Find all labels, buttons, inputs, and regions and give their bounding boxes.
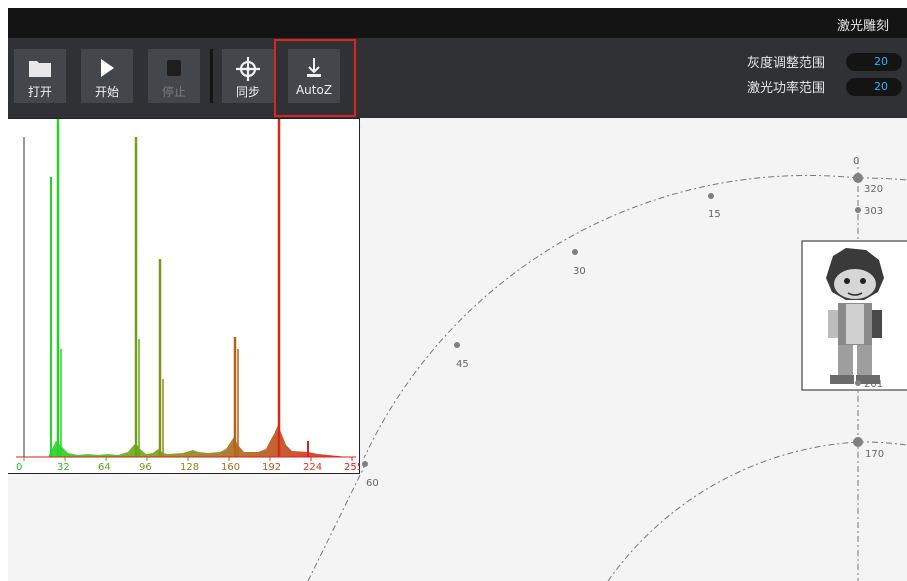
- laser-engraving-app: 激光雕刻 打开 开始 停止 同步 AutoZ 灰度调整范围 20 激光功率范围 …: [8, 8, 907, 581]
- histogram-tick-label: 128: [180, 462, 199, 473]
- angle-label-45: 45: [456, 359, 469, 370]
- open-button[interactable]: 打开: [14, 49, 66, 103]
- angle-label-0: 0: [853, 156, 859, 167]
- angle-point-30: [572, 249, 578, 255]
- title-bar: 激光雕刻: [8, 8, 907, 38]
- histogram-tick-label: 64: [98, 462, 111, 473]
- outer-arc: [363, 174, 859, 459]
- stop-button-label: 停止: [161, 85, 186, 99]
- autoz-highlight-box: [274, 39, 356, 117]
- inner-arc: [607, 441, 859, 581]
- angle-point-60: [362, 461, 368, 467]
- histogram-tick-label: 192: [262, 462, 281, 473]
- toolbar-separator: [210, 49, 213, 103]
- axis-point-170: [853, 437, 863, 447]
- grayscale-histogram-panel: 0 32 64 96 128 160 192 224 255: [8, 118, 360, 474]
- axis-value-170: 170: [865, 449, 884, 460]
- stop-icon: [167, 60, 181, 76]
- angle-label-60: 60: [366, 478, 379, 489]
- histogram-tick-label: 255: [344, 462, 360, 473]
- histogram-tick-label: 224: [303, 462, 322, 473]
- open-button-label: 打开: [27, 85, 52, 99]
- histogram-tick-label: 96: [139, 462, 152, 473]
- axis-point-320: [853, 173, 863, 183]
- sync-button-label: 同步: [235, 85, 260, 99]
- image-center-point: [855, 380, 861, 386]
- outer-arc-right: [857, 177, 907, 181]
- grayscale-histogram: 0 32 64 96 128 160 192 224 255: [16, 119, 360, 473]
- grayscale-range-label: 灰度调整范围: [747, 56, 826, 71]
- laser-power-range-field[interactable]: 20: [846, 78, 902, 96]
- image-value-label: 201: [864, 379, 883, 390]
- histogram-axis: 0 32 64 96 128 160 192 224 255: [16, 457, 360, 473]
- play-icon: [101, 59, 114, 77]
- laser-power-range-label: 激光功率范围: [747, 81, 826, 96]
- grayscale-range-field[interactable]: 20: [846, 53, 902, 71]
- angle-point-45: [454, 342, 460, 348]
- lower-edge-line: [307, 462, 367, 581]
- histogram-tick-label: 160: [221, 462, 240, 473]
- axis-point-303: [855, 207, 861, 213]
- window-title: 激光雕刻: [836, 19, 889, 34]
- axis-value-320: 320: [864, 184, 883, 195]
- axis-value-303: 303: [864, 206, 883, 217]
- start-button[interactable]: 开始: [81, 49, 133, 103]
- engraving-image-preview[interactable]: [801, 240, 907, 391]
- histogram-base: [48, 425, 348, 457]
- stop-button[interactable]: 停止: [148, 49, 200, 103]
- angle-label-30: 30: [573, 266, 586, 277]
- start-button-label: 开始: [94, 85, 119, 99]
- toolbar: 打开 开始 停止 同步 AutoZ 灰度调整范围 20 激光功率范围 20: [8, 38, 907, 118]
- folder-icon: [29, 61, 51, 77]
- angle-point-15: [708, 193, 714, 199]
- histogram-tick-label: 0: [16, 462, 22, 473]
- crosshair-icon: [236, 57, 260, 81]
- sync-button[interactable]: 同步: [222, 49, 274, 103]
- angle-label-15: 15: [708, 209, 721, 220]
- histogram-tick-label: 32: [57, 462, 70, 473]
- inner-arc-right: [857, 441, 907, 446]
